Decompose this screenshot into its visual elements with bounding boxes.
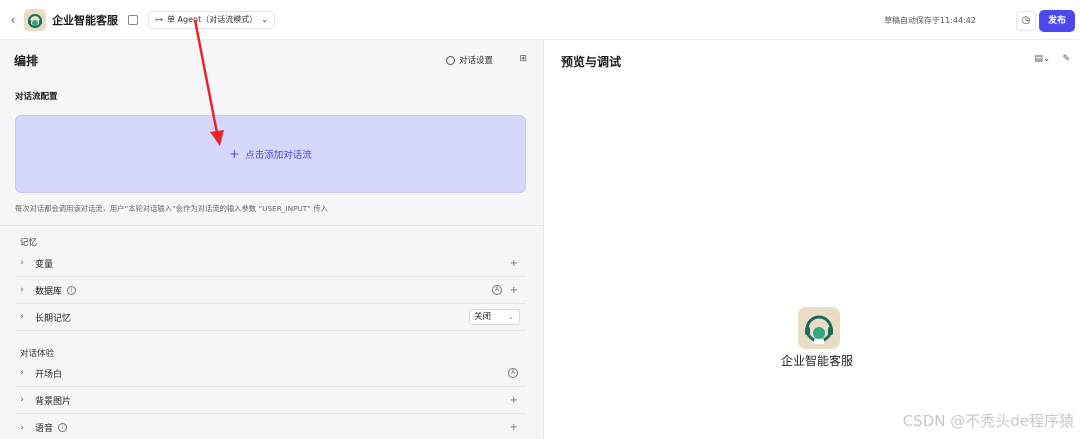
preview-tools: ▤⌄ ✎	[1034, 54, 1070, 64]
bot-avatar-icon	[798, 307, 840, 349]
orchestration-panel: 编排 对话设置 ⊞ 对话流配置 + 点击添加对话流 每次对话都会调用该对话流，用…	[0, 40, 544, 439]
workflow-icon: ⊶	[155, 15, 163, 24]
chevron-right-icon: ›	[20, 368, 24, 378]
back-chevron-icon[interactable]: ‹	[4, 13, 22, 27]
add-icon[interactable]: +	[510, 395, 518, 406]
layout-grid-icon[interactable]: ⊞	[519, 54, 527, 64]
chevron-right-icon: ›	[20, 258, 24, 268]
add-icon[interactable]: +	[510, 422, 518, 433]
plus-icon: +	[229, 147, 240, 161]
row-label: 语音	[35, 424, 54, 434]
long-memory-select[interactable]: 关闭 ⌄	[469, 309, 520, 325]
chevron-right-icon: ›	[20, 285, 24, 295]
orchestration-title: 编排	[14, 53, 39, 68]
edit-icon[interactable]	[128, 14, 138, 25]
long-memory-value: 关闭	[474, 312, 492, 322]
experience-group-label: 对话体验	[20, 349, 55, 359]
chevron-right-icon: ›	[20, 312, 24, 322]
top-bar: ‹ 企业智能客服 ⊶ 单 Agent（对话流模式） ⌄ 草稿自动保存于11:44…	[0, 0, 1080, 40]
row-label: 变量	[35, 259, 54, 270]
dialog-settings-label: 对话设置	[458, 56, 493, 66]
publish-button[interactable]: 发布	[1039, 10, 1075, 32]
row-long-term-memory[interactable]: › 长期记忆 关闭 ⌄	[15, 304, 526, 331]
mode-selector[interactable]: ⊶ 单 Agent（对话流模式） ⌄	[148, 10, 275, 29]
auto-icon[interactable]: A	[492, 285, 502, 295]
save-status: 草稿自动保存于11:44:42	[884, 16, 976, 25]
row-variables[interactable]: › 变量 +	[15, 250, 526, 277]
add-flow-label: 点击添加对话流	[245, 150, 312, 161]
auto-icon[interactable]: A	[508, 368, 518, 378]
row-voice[interactable]: › 语音 i +	[15, 414, 526, 439]
chevron-right-icon: ›	[20, 422, 24, 433]
layout-select-icon[interactable]: ▤⌄	[1034, 54, 1050, 64]
watermark: CSDN @不秃头de程序猿	[902, 412, 1074, 430]
history-icon[interactable]: ◷	[1016, 11, 1036, 31]
flow-config-label: 对话流配置	[15, 92, 58, 102]
bot-name: 企业智能客服	[781, 354, 854, 368]
chevron-right-icon: ›	[20, 395, 24, 405]
orchestration-header: 编排 对话设置 ⊞	[0, 40, 543, 80]
row-label: 背景图片	[35, 396, 72, 407]
row-background-image[interactable]: › 背景图片 +	[15, 387, 526, 414]
preview-panel: 预览与调试 ▤⌄ ✎ 企业智能客服 CSDN @不秃头de程序猿	[545, 40, 1080, 439]
row-database[interactable]: › 数据库 i A +	[15, 277, 526, 304]
app-avatar-icon	[24, 8, 46, 31]
add-flow-button[interactable]: + 点击添加对话流	[15, 115, 526, 193]
row-label: 数据库	[35, 286, 63, 297]
add-icon[interactable]: +	[510, 258, 518, 269]
row-opening[interactable]: › 开场白 A	[15, 360, 526, 387]
info-icon[interactable]: i	[67, 285, 77, 295]
info-icon[interactable]: i	[58, 423, 68, 432]
mode-label: 单 Agent（对话流模式）	[167, 15, 258, 24]
divider	[0, 225, 543, 226]
dialog-settings-button[interactable]: 对话设置	[445, 54, 493, 66]
add-icon[interactable]: +	[510, 285, 518, 296]
preview-title: 预览与调试	[561, 55, 622, 69]
gear-icon	[445, 55, 455, 65]
flow-hint: 每次对话都会调用该对话流，用户“本轮对话输入”会作为对话流的输入参数 “USER…	[15, 204, 328, 213]
wrench-icon[interactable]: ✎	[1062, 54, 1070, 64]
memory-group-label: 记忆	[20, 238, 38, 248]
row-label: 长期记忆	[35, 313, 72, 324]
row-label: 开场白	[35, 369, 63, 380]
chevron-down-icon: ⌄	[261, 15, 268, 24]
app-title: 企业智能客服	[52, 13, 118, 27]
chevron-down-icon: ⌄	[508, 313, 514, 321]
